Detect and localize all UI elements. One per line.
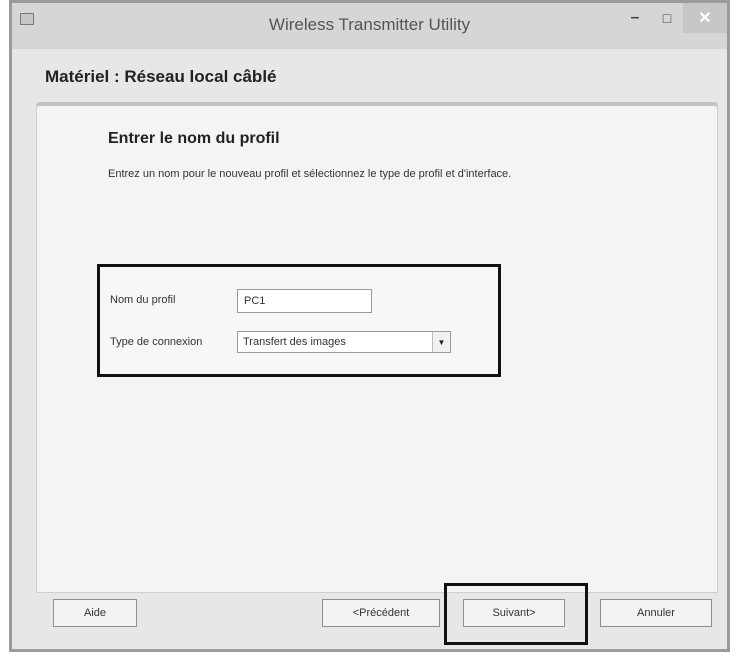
profile-name-input[interactable] — [237, 289, 372, 313]
title-bar: Wireless Transmitter Utility – □ ✕ — [12, 3, 727, 49]
connection-type-select[interactable]: Transfert des images ▼ — [237, 331, 451, 353]
close-button[interactable]: ✕ — [683, 3, 727, 33]
help-button[interactable]: Aide — [53, 599, 137, 627]
content-panel: Entrer le nom du profil Entrez un nom po… — [36, 102, 718, 593]
cancel-button[interactable]: Annuler — [600, 599, 712, 627]
maximize-button[interactable]: □ — [652, 3, 682, 33]
connection-type-label: Type de connexion — [110, 336, 203, 348]
profile-form-box: Nom du profil Type de connexion Transfer… — [97, 264, 501, 377]
instructions-text: Entrez un nom pour le nouveau profil et … — [108, 168, 512, 180]
next-button[interactable]: Suivant> — [463, 599, 565, 627]
previous-button[interactable]: <Précédent — [322, 599, 440, 627]
hardware-header: Matériel : Réseau local câblé — [45, 67, 277, 86]
utility-window: Wireless Transmitter Utility – □ ✕ Matér… — [9, 0, 730, 652]
minimize-button[interactable]: – — [620, 3, 650, 33]
section-title: Entrer le nom du profil — [108, 130, 280, 147]
profile-name-label: Nom du profil — [110, 294, 176, 306]
chevron-down-icon[interactable]: ▼ — [432, 332, 450, 352]
connection-type-value: Transfert des images — [243, 336, 346, 348]
